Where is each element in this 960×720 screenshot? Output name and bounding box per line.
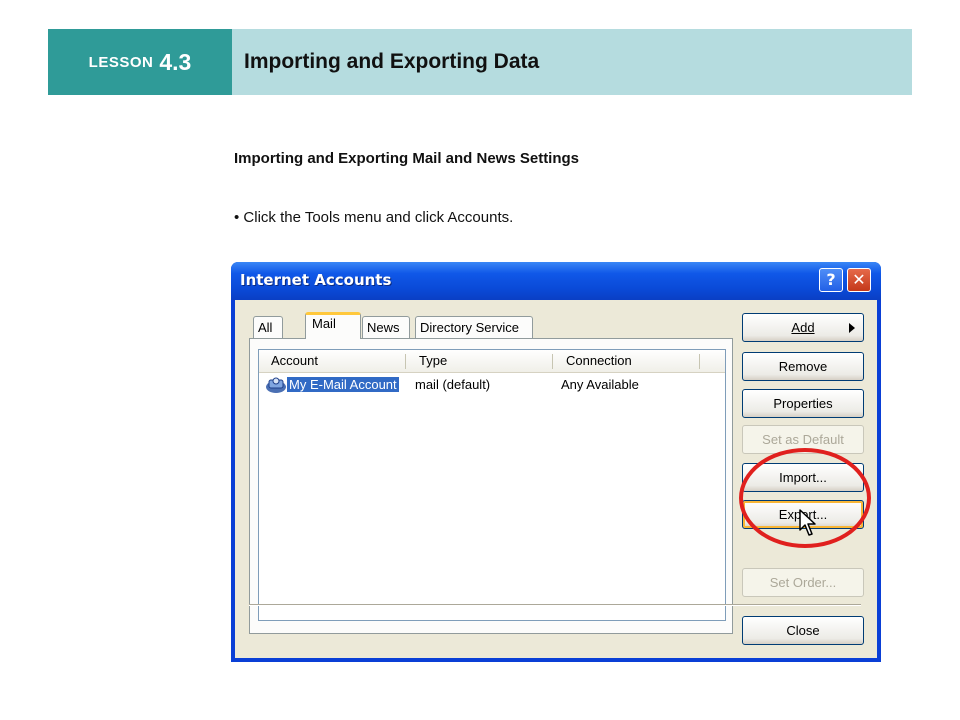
lesson-badge: LESSON 4.3: [48, 29, 232, 95]
help-button[interactable]: ?: [819, 268, 843, 292]
lesson-title-band: Importing and Exporting Data: [232, 29, 912, 95]
account-connection: Any Available: [561, 377, 639, 392]
help-icon: ?: [826, 270, 836, 289]
close-window-button[interactable]: ✕: [847, 268, 871, 292]
account-name: My E-Mail Account: [287, 377, 399, 392]
tab-news[interactable]: News: [362, 316, 410, 338]
tab-all[interactable]: All: [253, 316, 283, 338]
lesson-number: 4.3: [159, 48, 192, 75]
account-type: mail (default): [415, 377, 491, 392]
close-button[interactable]: Close: [742, 616, 864, 645]
divider: [249, 604, 861, 606]
list-item[interactable]: My E-Mail Account mail (default) Any Ava…: [259, 375, 725, 395]
close-icon: ✕: [852, 270, 866, 289]
tab-mail[interactable]: Mail: [305, 312, 361, 339]
column-type[interactable]: Type: [419, 350, 447, 372]
add-button[interactable]: Add: [742, 313, 864, 342]
column-divider[interactable]: [405, 354, 406, 369]
column-divider[interactable]: [552, 354, 553, 369]
properties-button[interactable]: Properties: [742, 389, 864, 418]
set-order-button[interactable]: Set Order...: [742, 568, 864, 597]
dialog-title: Internet Accounts: [240, 271, 392, 289]
submenu-arrow-icon: [849, 323, 855, 333]
instruction-text: • Click the Tools menu and click Account…: [234, 209, 514, 226]
mail-account-icon: [266, 377, 286, 393]
dialog-titlebar[interactable]: Internet Accounts ? ✕: [231, 262, 881, 300]
mouse-pointer-icon: [799, 509, 816, 536]
lesson-label: LESSON: [88, 53, 154, 71]
column-divider[interactable]: [699, 354, 700, 369]
mail-tab-panel: Account Type Connection My E-Mail Accoun…: [249, 338, 733, 634]
list-header: Account Type Connection: [259, 350, 725, 373]
remove-button[interactable]: Remove: [742, 352, 864, 381]
section-subtitle: Importing and Exporting Mail and News Se…: [234, 150, 580, 167]
add-button-label: Add: [791, 320, 815, 335]
accounts-list[interactable]: Account Type Connection My E-Mail Accoun…: [258, 349, 726, 621]
lesson-title: Importing and Exporting Data: [244, 50, 540, 73]
column-account[interactable]: Account: [271, 350, 318, 372]
tab-directory-service[interactable]: Directory Service: [415, 316, 533, 338]
column-connection[interactable]: Connection: [566, 350, 632, 372]
